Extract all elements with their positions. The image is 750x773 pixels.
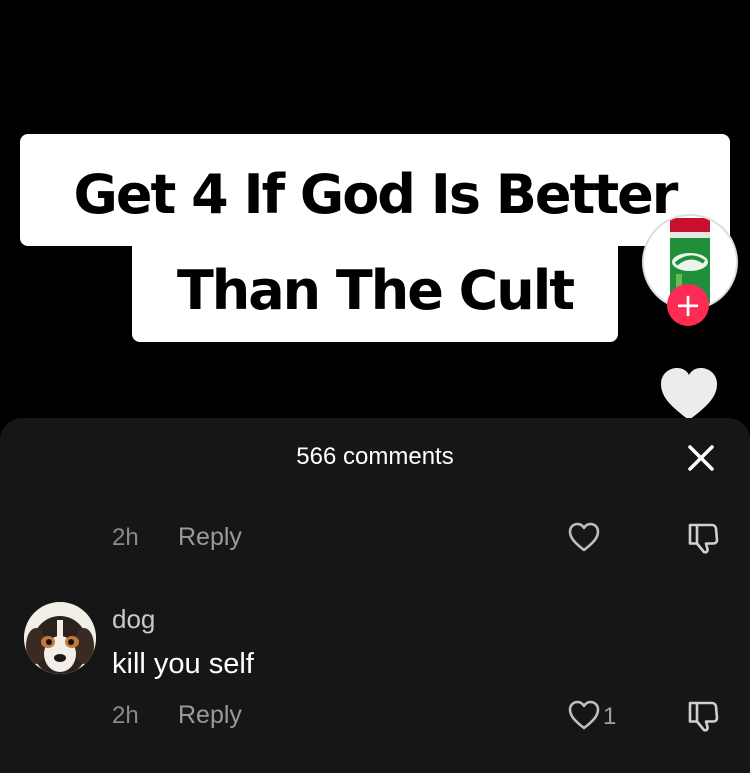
heart-outline-icon[interactable] xyxy=(567,521,601,553)
like-count: 1 xyxy=(603,703,617,730)
comments-sheet: 566 comments 2h Reply dog kill you self … xyxy=(0,418,750,773)
comment-time: 2h xyxy=(112,702,139,729)
comment-text: kill you self xyxy=(112,648,254,680)
comment-username[interactable]: dog xyxy=(112,604,155,635)
follow-button[interactable]: + xyxy=(667,284,709,326)
heart-icon[interactable] xyxy=(659,366,719,422)
dislike-icon[interactable] xyxy=(686,521,720,555)
heart-outline-icon[interactable] xyxy=(567,699,601,731)
reply-button[interactable]: Reply xyxy=(178,701,242,730)
caption-line-1: Get 4 If God Is Better xyxy=(20,134,730,246)
caption-line-2: Than The Cult xyxy=(132,238,618,342)
video-player[interactable]: Get 4 If God Is Better Than The Cult + xyxy=(0,0,750,430)
caption-text-2: Than The Cult xyxy=(176,258,575,322)
close-icon[interactable] xyxy=(685,442,717,474)
dislike-icon[interactable] xyxy=(686,699,720,733)
avatar[interactable] xyxy=(24,602,96,674)
comments-count: 566 comments xyxy=(296,443,454,470)
dog-avatar-icon xyxy=(24,602,96,674)
plus-icon: + xyxy=(674,286,702,324)
caption-text-1: Get 4 If God Is Better xyxy=(73,162,679,226)
comment-time: 2h xyxy=(112,524,139,551)
reply-button[interactable]: Reply xyxy=(178,523,242,552)
